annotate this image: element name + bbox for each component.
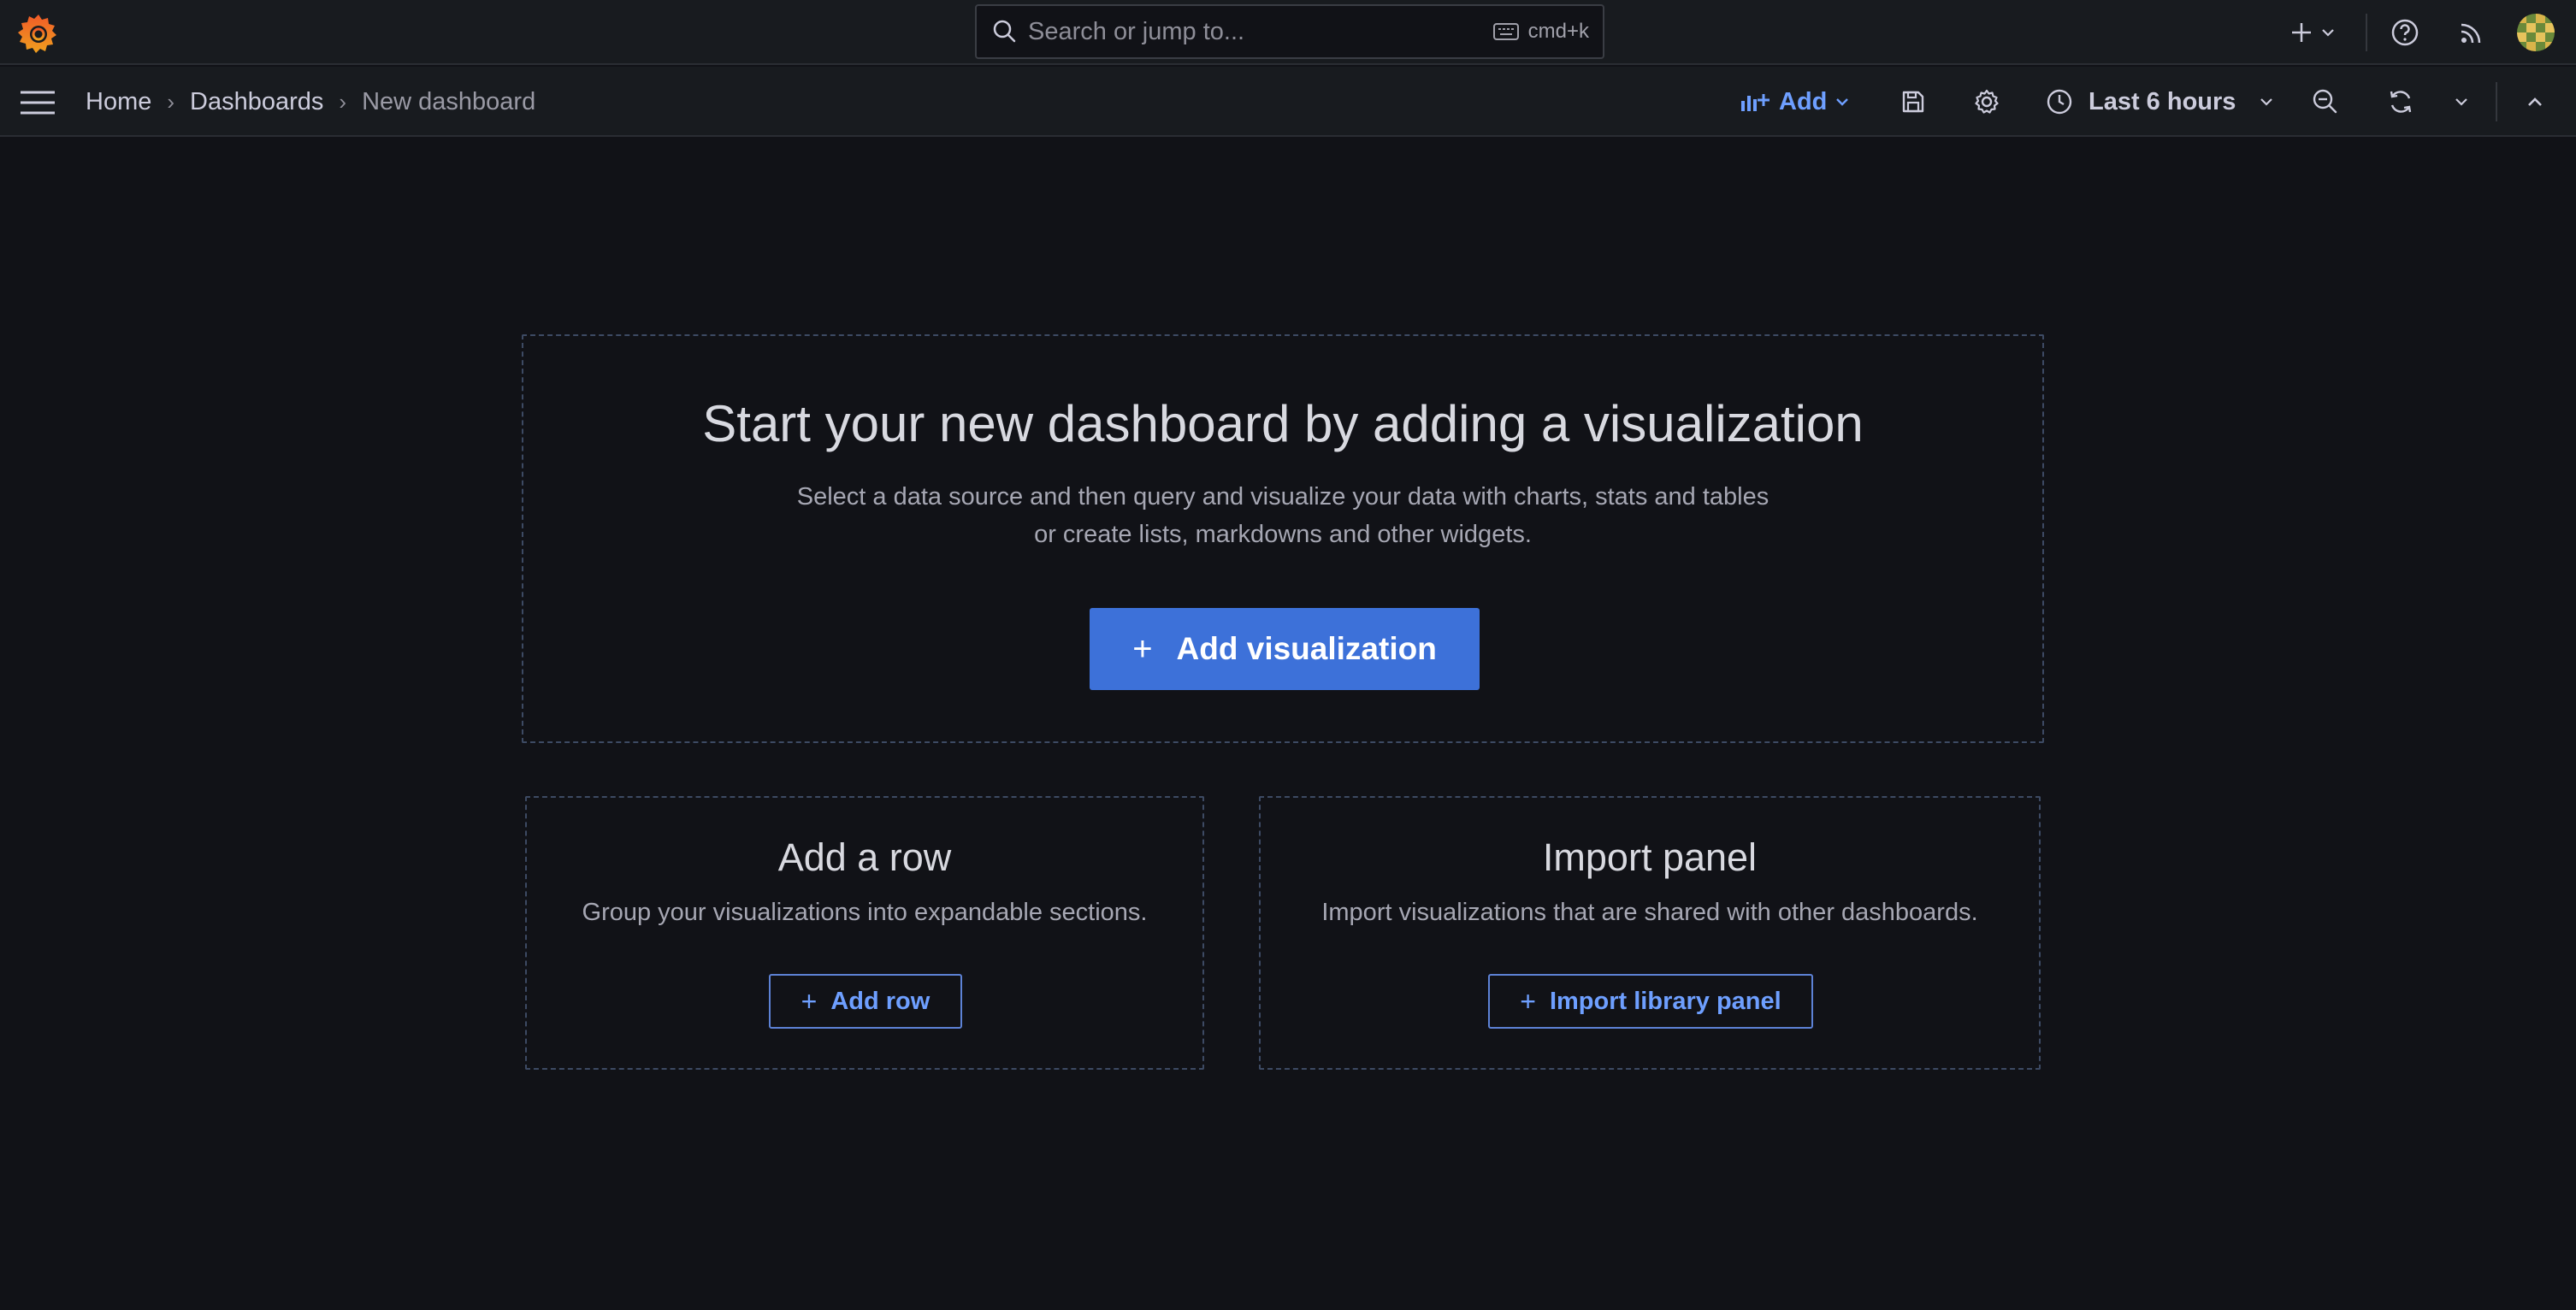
- help-icon: [2391, 19, 2419, 46]
- divider: [2366, 14, 2367, 51]
- zoom-out-icon: [2313, 89, 2337, 114]
- menu-icon[interactable]: [19, 89, 56, 116]
- breadcrumb: Home › Dashboards › New dashboard: [86, 67, 535, 137]
- divider: [2496, 82, 2497, 121]
- dashboard-empty-state: Start your new dashboard by adding a vis…: [0, 139, 2576, 1310]
- breadcrumb-dashboards[interactable]: Dashboards: [190, 88, 323, 116]
- plus-icon: +: [1132, 629, 1153, 668]
- settings-button[interactable]: [1969, 84, 2005, 120]
- chevron-down-icon: [2260, 98, 2273, 106]
- chevron-down-icon: [1836, 98, 1849, 106]
- news-button[interactable]: [2455, 15, 2489, 50]
- zoom-out-button[interactable]: [2307, 84, 2343, 120]
- import-panel-description: Import visualizations that are shared wi…: [1321, 899, 1978, 926]
- hero-description-line1: Select a data source and then query and …: [796, 483, 1770, 510]
- search-shortcut: cmd+k: [1527, 20, 1589, 43]
- chevron-up-icon: [2528, 97, 2542, 106]
- keyboard-icon: [1492, 23, 1519, 40]
- plus-icon: +: [801, 985, 818, 1017]
- add-row-title: Add a row: [777, 835, 952, 879]
- search-icon: [993, 20, 1016, 43]
- hero-title: Start your new dashboard by adding a vis…: [702, 395, 1864, 452]
- user-avatar[interactable]: [2517, 14, 2555, 51]
- add-button-label: Add: [1779, 87, 1828, 115]
- breadcrumb-current: New dashboard: [362, 87, 536, 115]
- new-button[interactable]: [2285, 15, 2340, 50]
- help-button[interactable]: [2388, 15, 2422, 50]
- import-panel-card: Import panel Import visualizations that …: [1259, 796, 2041, 1070]
- add-visualization-panel: Start your new dashboard by adding a vis…: [522, 334, 2044, 743]
- nav-bar: Home › Dashboards › New dashboard Add La…: [0, 67, 2576, 137]
- add-button[interactable]: Add: [1740, 82, 1851, 121]
- import-library-panel-button[interactable]: + Import library panel: [1488, 974, 1813, 1029]
- time-range-label: Last 6 hours: [2089, 87, 2236, 115]
- collapse-button[interactable]: [2518, 84, 2552, 120]
- refresh-icon: [2390, 91, 2412, 113]
- add-row-label: Add row: [830, 987, 931, 1015]
- add-row-description: Group your visualizations into expandabl…: [582, 899, 1148, 926]
- add-visualization-button[interactable]: + Add visualization: [1090, 608, 1480, 690]
- top-bar: Search or jump to... cmd+k: [0, 0, 2576, 65]
- grafana-logo-icon[interactable]: [17, 11, 60, 54]
- add-panel-icon: [1741, 94, 1770, 111]
- news-feed-icon: [2461, 23, 2481, 44]
- import-library-panel-label: Import library panel: [1549, 987, 1781, 1015]
- save-icon: [1902, 91, 1924, 113]
- refresh-button[interactable]: [2383, 84, 2419, 120]
- time-range-picker[interactable]: Last 6 hours: [2046, 82, 2275, 121]
- search-placeholder: Search or jump to...: [1028, 17, 1245, 45]
- add-row-card: Add a row Group your visualizations into…: [525, 796, 1204, 1070]
- chevron-right-icon: ›: [167, 88, 175, 115]
- hero-description: Select a data source and then query and …: [523, 478, 2042, 553]
- gear-icon: [1975, 89, 1999, 114]
- import-panel-title: Import panel: [1542, 835, 1758, 879]
- chevron-right-icon: ›: [339, 88, 347, 115]
- chevron-down-icon: [2455, 98, 2467, 106]
- breadcrumb-home[interactable]: Home: [86, 88, 151, 116]
- chevron-down-icon: [2322, 29, 2334, 37]
- hero-description-line2: or create lists, markdowns and other wid…: [1034, 521, 1532, 548]
- plus-icon: [2292, 23, 2311, 42]
- add-visualization-label: Add visualization: [1176, 631, 1437, 666]
- save-button[interactable]: [1895, 84, 1931, 120]
- add-row-button[interactable]: + Add row: [769, 974, 962, 1029]
- refresh-interval-dropdown[interactable]: [2448, 84, 2475, 120]
- plus-icon: +: [1520, 985, 1536, 1017]
- search-input[interactable]: Search or jump to... cmd+k: [975, 4, 1604, 59]
- clock-icon: [2047, 89, 2072, 115]
